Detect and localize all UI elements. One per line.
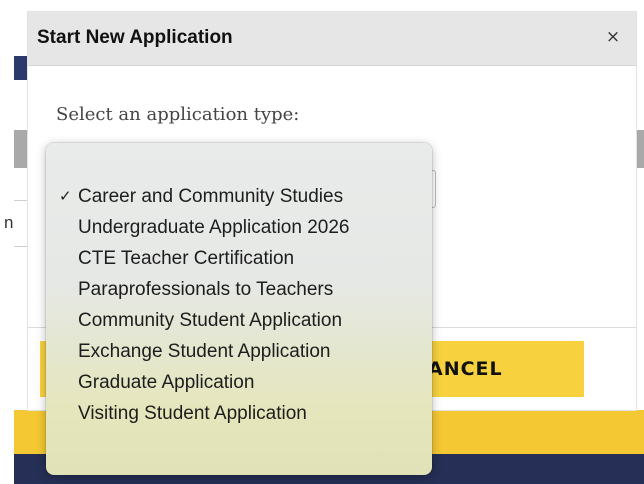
dropdown-option-exchange-student-application[interactable]: Exchange Student Application bbox=[46, 336, 432, 367]
dropdown-option-graduate-application[interactable]: Graduate Application bbox=[46, 367, 432, 398]
cancel-button[interactable]: ANCEL bbox=[408, 341, 584, 397]
dropdown-option-community-student-application[interactable]: Community Student Application bbox=[46, 305, 432, 336]
application-type-label: Select an application type: bbox=[56, 104, 300, 125]
dropdown-option-career-and-community-studies[interactable]: ✓ Career and Community Studies bbox=[46, 181, 432, 212]
dropdown-option-label: Community Student Application bbox=[78, 310, 343, 331]
background-gray-band-right bbox=[636, 130, 644, 168]
dropdown-option-visiting-student-application[interactable]: Visiting Student Application bbox=[46, 398, 432, 429]
background-navy-chip bbox=[14, 56, 28, 80]
dropdown-options-list: ✓ Career and Community Studies Undergrad… bbox=[46, 181, 432, 429]
background-top-strip bbox=[0, 0, 644, 10]
dropdown-option-label: CTE Teacher Certification bbox=[78, 248, 295, 269]
dropdown-option-paraprofessionals-to-teachers[interactable]: Paraprofessionals to Teachers bbox=[46, 274, 432, 305]
background-row-text: n bbox=[4, 213, 14, 232]
dropdown-option-cte-teacher-certification[interactable]: CTE Teacher Certification bbox=[46, 243, 432, 274]
dropdown-option-label: Exchange Student Application bbox=[78, 341, 331, 362]
check-icon: ✓ bbox=[59, 187, 72, 205]
dropdown-option-label: Career and Community Studies bbox=[78, 186, 344, 207]
dialog-header: Start New Application × bbox=[28, 12, 636, 66]
dropdown-option-undergraduate-application-2026[interactable]: Undergraduate Application 2026 bbox=[46, 212, 432, 243]
dropdown-option-label: Undergraduate Application 2026 bbox=[78, 217, 350, 238]
close-icon[interactable]: × bbox=[604, 26, 622, 48]
dropdown-option-label: Graduate Application bbox=[78, 372, 255, 393]
application-type-dropdown: ✓ Career and Community Studies Undergrad… bbox=[46, 143, 432, 475]
dialog-title: Start New Application bbox=[37, 27, 233, 48]
dropdown-option-label: Paraprofessionals to Teachers bbox=[78, 279, 334, 300]
background-row-divider bbox=[14, 200, 28, 201]
dropdown-option-label: Visiting Student Application bbox=[78, 403, 307, 424]
background-gray-band bbox=[14, 130, 28, 168]
background-row-divider-2 bbox=[14, 246, 28, 247]
